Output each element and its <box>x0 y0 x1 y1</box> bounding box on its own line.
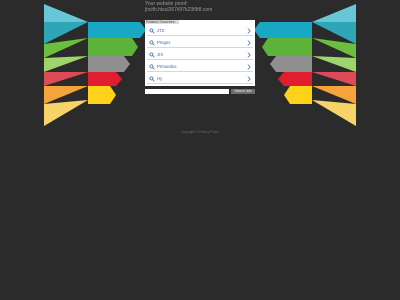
header-line-2: jhclth.htsul267i6f7k23f9t8.com <box>145 6 213 13</box>
result-item-5[interactable]: Hy <box>147 74 253 84</box>
footer-copyright: Copyright © Privacy Policy <box>181 130 219 134</box>
result-item-1[interactable]: JTZ <box>147 26 253 36</box>
result-item-label: JTZ <box>157 28 165 33</box>
search-icon <box>149 52 155 58</box>
related-searches-label: Related Searches: <box>145 20 179 24</box>
site-header: Your website proof: jhclth.htsul267i6f7k… <box>145 1 213 13</box>
result-item-4[interactable]: Prmoedus <box>147 62 253 72</box>
search-bar: Search Ads <box>145 89 255 94</box>
search-ads-button[interactable]: Search Ads <box>231 89 255 94</box>
chevron-right-icon <box>247 64 251 70</box>
chevron-right-icon <box>247 52 251 58</box>
search-icon <box>149 40 155 46</box>
result-item-label: Pmges <box>157 40 171 45</box>
search-icon <box>149 64 155 70</box>
result-item-label: JIX <box>157 52 164 57</box>
result-item-label: Hy <box>157 76 163 81</box>
result-item-2[interactable]: Pmges <box>147 38 253 48</box>
result-item-3[interactable]: JIX <box>147 50 253 60</box>
chevron-right-icon <box>247 40 251 46</box>
chevron-right-icon <box>247 76 251 82</box>
result-item-label: Prmoedus <box>157 64 177 69</box>
search-input[interactable] <box>145 89 229 94</box>
search-icon <box>149 28 155 34</box>
chevron-right-icon <box>247 28 251 34</box>
results-panel: Related Searches: JTZ Pmges JIX Prmoedus… <box>145 20 255 86</box>
search-icon <box>149 76 155 82</box>
